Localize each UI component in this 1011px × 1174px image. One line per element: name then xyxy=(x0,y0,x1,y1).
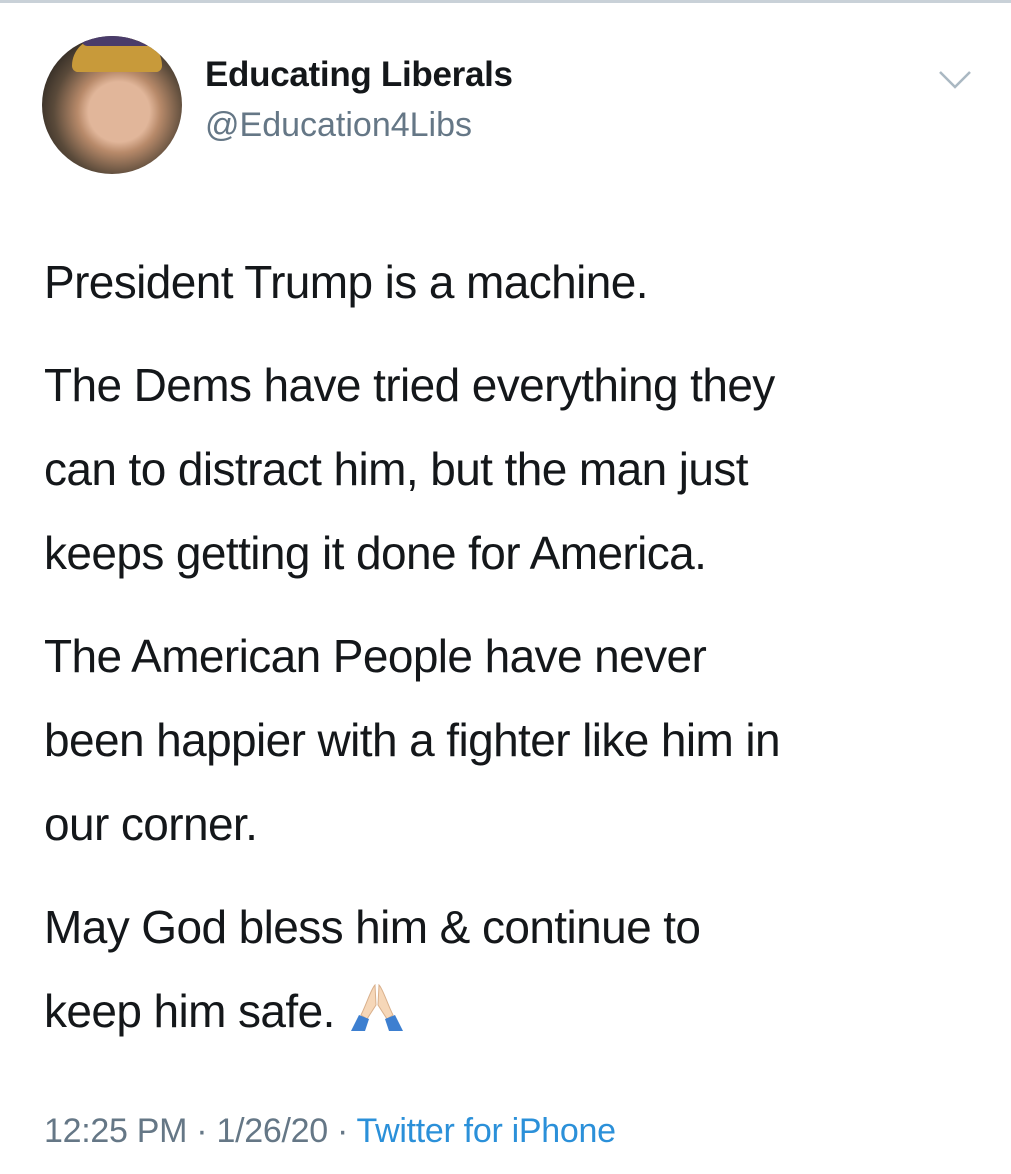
separator: · xyxy=(187,1112,217,1150)
text-line-content: keep him safe. xyxy=(44,985,335,1037)
tweet-paragraph: The Dems have tried everything they can … xyxy=(44,343,1004,595)
text-line: been happier with a fighter like him in xyxy=(44,714,781,766)
text-line: our corner. xyxy=(44,798,258,850)
author-handle[interactable]: @Education4Libs xyxy=(205,106,472,145)
tweet-meta: 12:25 PM · 1/26/20 · Twitter for iPhone xyxy=(44,1112,616,1151)
text-line: can to distract him, but the man just xyxy=(44,443,749,495)
tweet-paragraph: President Trump is a machine. xyxy=(44,240,1004,324)
tweet-paragraph: The American People have never been happ… xyxy=(44,614,1004,866)
text-line: President Trump is a machine. xyxy=(44,256,648,308)
author-name[interactable]: Educating Liberals xyxy=(205,55,513,95)
separator: · xyxy=(327,1112,357,1150)
tweet-date[interactable]: 1/26/20 xyxy=(216,1112,328,1150)
text-line: May God bless him & continue to xyxy=(44,901,701,953)
text-line: The Dems have tried everything they xyxy=(44,359,775,411)
text-line: keeps getting it done for America. xyxy=(44,527,707,579)
top-divider xyxy=(0,0,1011,3)
avatar-hatband xyxy=(82,36,152,46)
tweet-paragraph: May God bless him & continue to keep him… xyxy=(44,885,1004,1053)
text-line: keep him safe. xyxy=(44,969,1004,1053)
tweet-time[interactable]: 12:25 PM xyxy=(44,1112,187,1150)
folded-hands-icon xyxy=(350,983,403,1031)
text-line: The American People have never xyxy=(44,630,707,682)
tweet-source-link[interactable]: Twitter for iPhone xyxy=(357,1112,616,1150)
tweet-text: President Trump is a machine. The Dems h… xyxy=(44,240,1004,1072)
chevron-down-icon[interactable] xyxy=(937,68,973,92)
avatar[interactable] xyxy=(42,36,182,174)
